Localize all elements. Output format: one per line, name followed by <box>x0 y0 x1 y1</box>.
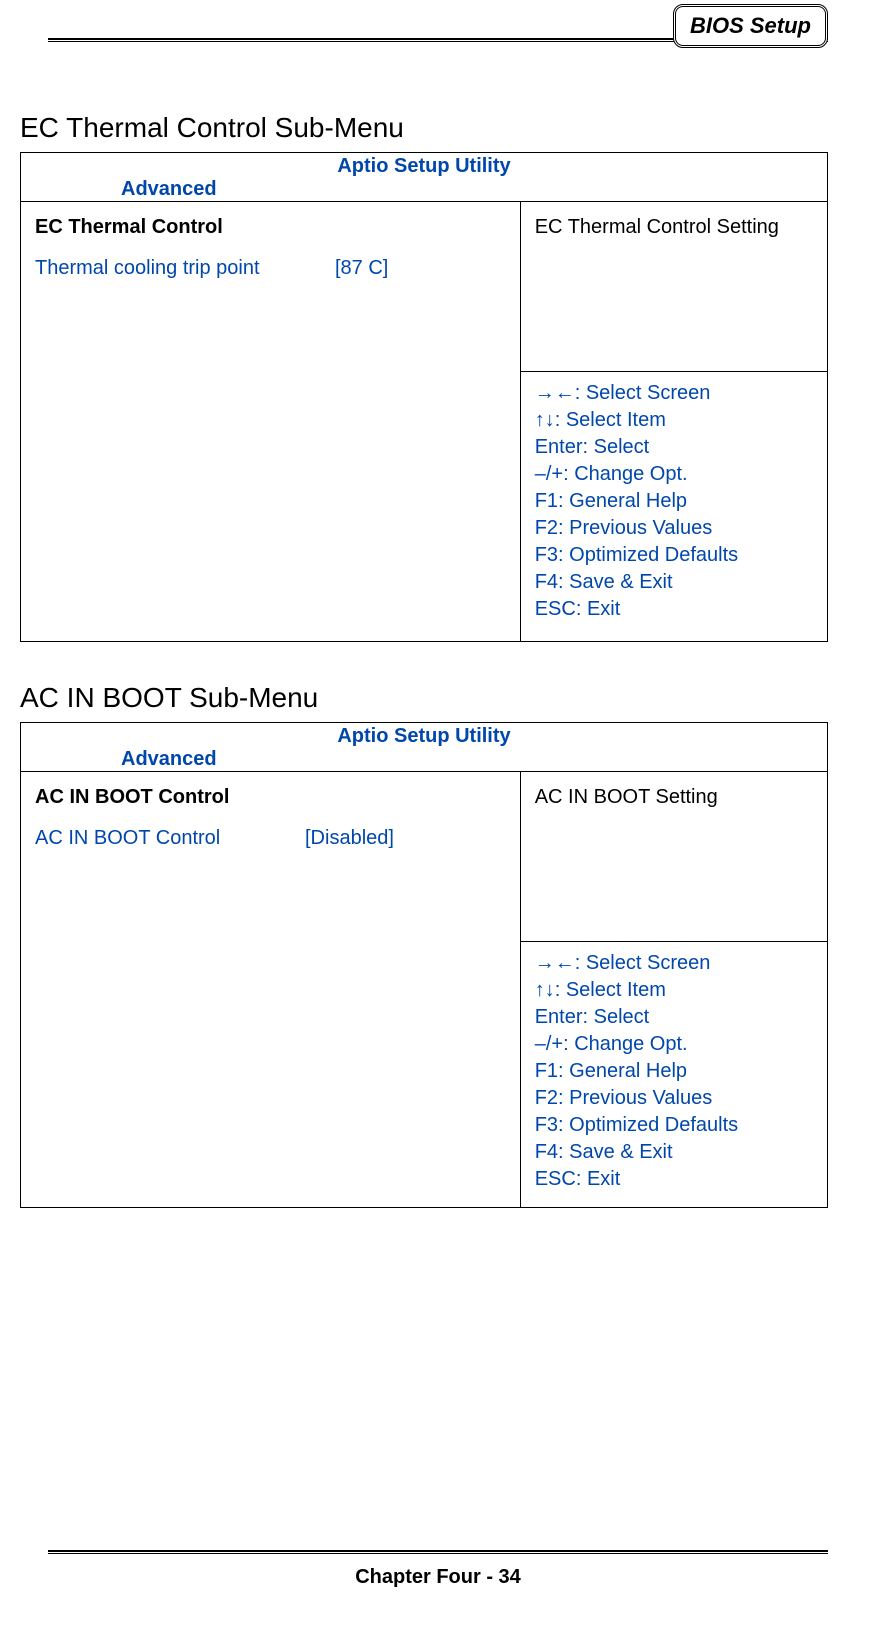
group-title: EC Thermal Control <box>35 216 506 239</box>
help-line: F3: Optimized Defaults <box>535 1112 813 1139</box>
page-content: EC Thermal Control Sub-Menu Aptio Setup … <box>0 42 876 1208</box>
setting-description: EC Thermal Control Setting <box>521 201 827 371</box>
help-line: F2: Previous Values <box>535 1085 813 1112</box>
panel-left: EC Thermal Control Thermal cooling trip … <box>21 201 521 641</box>
page-header: BIOS Setup <box>0 0 876 42</box>
footer-text: Chapter Four - 34 <box>0 1566 876 1589</box>
help-line: F4: Save & Exit <box>535 569 813 596</box>
help-line: ↑↓: Select Item <box>535 407 813 434</box>
help-line: Enter: Select <box>535 434 813 461</box>
footer-rule <box>48 1550 828 1554</box>
help-line: ↑↓: Select Item <box>535 977 813 1004</box>
help-line: →←: Select Screen <box>535 950 813 977</box>
panel-right: EC Thermal Control Setting →←: Select Sc… <box>521 201 827 641</box>
bios-panel-ec-thermal: Aptio Setup Utility Advanced EC Thermal … <box>20 152 828 642</box>
tab-advanced[interactable]: Advanced <box>21 178 827 201</box>
key-help: →←: Select Screen ↑↓: Select Item Enter:… <box>521 941 827 1207</box>
tab-advanced[interactable]: Advanced <box>21 748 827 771</box>
section-title-ec-thermal: EC Thermal Control Sub-Menu <box>20 112 828 144</box>
help-line: ESC: Exit <box>535 1166 813 1193</box>
help-line: –/+: Change Opt. <box>535 461 813 488</box>
panel-body: AC IN BOOT Control AC IN BOOT Control [D… <box>21 771 827 1207</box>
setting-row-ac-in-boot[interactable]: AC IN BOOT Control [Disabled] <box>35 827 506 850</box>
help-line: F1: General Help <box>535 1058 813 1085</box>
help-line: F1: General Help <box>535 488 813 515</box>
setting-label: Thermal cooling trip point <box>35 257 335 280</box>
section-title-ac-in-boot: AC IN BOOT Sub-Menu <box>20 682 828 714</box>
group-title: AC IN BOOT Control <box>35 786 506 809</box>
setting-value[interactable]: [Disabled] <box>305 827 394 850</box>
utility-title: Aptio Setup Utility <box>21 153 827 178</box>
utility-title: Aptio Setup Utility <box>21 723 827 748</box>
help-line: Enter: Select <box>535 1004 813 1031</box>
help-line: F4: Save & Exit <box>535 1139 813 1166</box>
help-line: F3: Optimized Defaults <box>535 542 813 569</box>
setting-label: AC IN BOOT Control <box>35 827 305 850</box>
setting-row-thermal-trip[interactable]: Thermal cooling trip point [87 C] <box>35 257 506 280</box>
panel-left: AC IN BOOT Control AC IN BOOT Control [D… <box>21 771 521 1207</box>
bios-panel-ac-in-boot: Aptio Setup Utility Advanced AC IN BOOT … <box>20 722 828 1208</box>
setting-value[interactable]: [87 C] <box>335 257 388 280</box>
setting-description: AC IN BOOT Setting <box>521 771 827 941</box>
page-footer: Chapter Four - 34 <box>0 1550 876 1589</box>
help-line: –/+: Change Opt. <box>535 1031 813 1058</box>
help-line: →←: Select Screen <box>535 380 813 407</box>
help-line: F2: Previous Values <box>535 515 813 542</box>
panel-body: EC Thermal Control Thermal cooling trip … <box>21 201 827 641</box>
panel-right: AC IN BOOT Setting →←: Select Screen ↑↓:… <box>521 771 827 1207</box>
help-line: ESC: Exit <box>535 596 813 623</box>
header-badge: BIOS Setup <box>673 4 828 48</box>
key-help: →←: Select Screen ↑↓: Select Item Enter:… <box>521 371 827 637</box>
